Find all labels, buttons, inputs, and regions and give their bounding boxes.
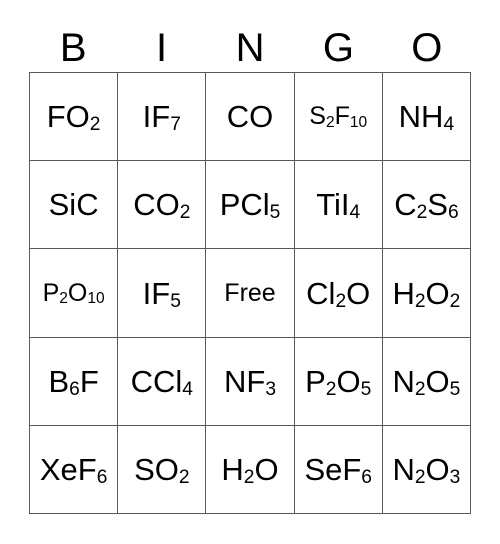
bingo-cell-label: NF3 <box>224 363 277 400</box>
bingo-cell-label: Cl2O <box>306 275 371 312</box>
bingo-cell[interactable]: PCl5 <box>206 161 295 250</box>
bingo-cell[interactable]: SeF6 <box>294 425 383 515</box>
bingo-header-letter-o: O <box>411 26 443 70</box>
bingo-cell[interactable]: IF7 <box>118 73 207 162</box>
bingo-row: FO2 IF7 CO S2F10 NH4 <box>30 73 472 162</box>
bingo-cell-label: N2O5 <box>392 363 461 400</box>
bingo-cell-label: N2O3 <box>392 451 461 488</box>
bingo-cell-label: B6F <box>48 363 99 400</box>
bingo-cell-label: SO2 <box>134 451 190 488</box>
bingo-cell-label: H2O <box>221 451 279 488</box>
bingo-cell-label: IF5 <box>142 275 181 312</box>
bingo-cell[interactable]: CCl4 <box>118 337 207 426</box>
bingo-row: XeF6 SO2 H2O SeF6 N2O3 <box>30 425 472 515</box>
bingo-cell[interactable]: CO2 <box>118 161 207 250</box>
bingo-cell[interactable]: C2S6 <box>382 161 472 250</box>
bingo-cell[interactable]: N2O3 <box>382 425 472 515</box>
bingo-cell[interactable]: SO2 <box>118 425 207 515</box>
bingo-cell-label: CCl4 <box>130 363 193 400</box>
bingo-row: B6F CCl4 NF3 P2O5 N2O5 <box>30 337 472 426</box>
bingo-cell[interactable]: CO <box>206 73 295 162</box>
bingo-row: P2O10 IF5 Free Cl2O H2O2 <box>30 249 472 338</box>
bingo-cell[interactable]: NH4 <box>382 73 472 162</box>
bingo-cell[interactable]: P2O5 <box>294 337 383 426</box>
bingo-header-letter-g: G <box>322 26 354 70</box>
bingo-cell-label: NH4 <box>398 99 455 136</box>
bingo-cell[interactable]: IF5 <box>118 249 207 338</box>
bingo-cell-label: P2O5 <box>305 363 372 400</box>
bingo-cell-label: CO2 <box>133 187 191 224</box>
bingo-row: SiC CO2 PCl5 TiI4 C2S6 <box>30 161 472 250</box>
bingo-cell-label: SeF6 <box>304 451 372 488</box>
bingo-header-row: BINGO <box>29 24 471 72</box>
bingo-cell-label: PCl5 <box>219 187 281 224</box>
bingo-cell[interactable]: TiI4 <box>294 161 383 250</box>
bingo-card: B I N G O FO2 IF7 CO S2F10 NH4 SiC CO2 PCl5 TiI4 C2S6… <box>0 0 500 544</box>
bingo-free-space-cell[interactable]: Free <box>206 249 295 338</box>
bingo-grid: FO2 IF7 CO S2F10 NH4 SiC CO2 PCl5 TiI4 C2S6 P2O10 I… <box>29 72 472 515</box>
bingo-cell[interactable]: SiC <box>30 161 119 250</box>
bingo-cell[interactable]: N2O5 <box>382 337 472 426</box>
bingo-cell[interactable]: XeF6 <box>30 425 119 515</box>
bingo-header-letter-b: B <box>59 26 87 70</box>
bingo-header-letter-n: N <box>235 26 265 70</box>
bingo-cell[interactable]: S2F10 <box>294 73 383 162</box>
bingo-cell-label: H2O2 <box>392 275 461 312</box>
bingo-cell[interactable]: FO2 <box>30 73 119 162</box>
bingo-cell-label: C2S6 <box>394 187 459 224</box>
bingo-cell[interactable]: Cl2O <box>294 249 383 338</box>
bingo-cell[interactable]: H2O2 <box>382 249 472 338</box>
bingo-cell-label: P2O10 <box>42 278 105 307</box>
bingo-cell-label: CO <box>226 99 274 135</box>
bingo-cell-label: FO2 <box>46 99 101 136</box>
bingo-cell[interactable]: NF3 <box>206 337 295 426</box>
bingo-cell-label: TiI4 <box>316 187 361 224</box>
bingo-header-letter-i: I <box>156 26 168 70</box>
bingo-cell-label: S2F10 <box>309 102 368 131</box>
bingo-cell-label: IF7 <box>142 99 181 136</box>
bingo-cell[interactable]: H2O <box>206 425 295 515</box>
bingo-cell[interactable]: B6F <box>30 337 119 426</box>
bingo-cell-label: SiC <box>48 187 99 223</box>
bingo-cell-label: XeF6 <box>39 451 108 488</box>
bingo-cell[interactable]: P2O10 <box>30 249 119 338</box>
bingo-cell-label: Free <box>224 278 276 307</box>
